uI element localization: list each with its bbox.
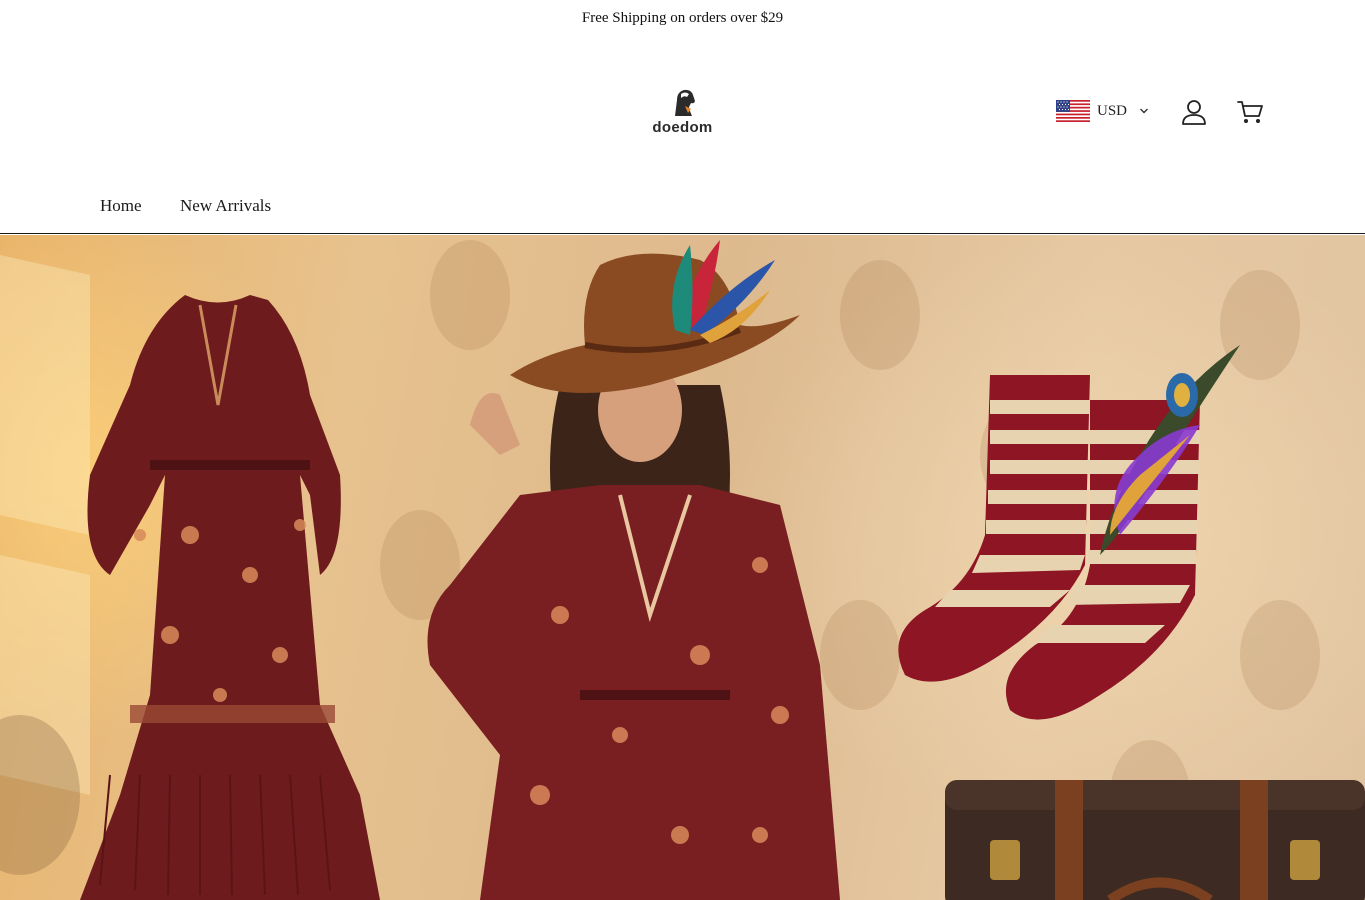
hanging-dress [80,295,380,900]
brand-logo[interactable]: doedom [640,86,725,142]
window-light [0,255,90,795]
nav-item-new-arrivals[interactable]: New Arrivals [180,196,271,216]
brand-name: doedom [652,119,713,136]
site-header: doedom USD [0,36,1365,186]
main-navigation: Home New Arrivals [0,186,1365,234]
vintage-suitcase [945,780,1365,900]
logo-icon [674,89,695,116]
user-icon[interactable] [1180,98,1208,126]
hero-banner[interactable] [0,235,1365,900]
cart-icon[interactable] [1236,98,1264,126]
us-flag-icon [1056,100,1090,122]
striped-socks [898,345,1240,720]
model-figure [427,253,840,900]
announcement-bar: Free Shipping on orders over $29 [0,0,1365,36]
currency-selector[interactable]: USD [1056,98,1149,124]
chevron-down-icon [1140,108,1149,114]
announcement-text: Free Shipping on orders over $29 [581,9,784,26]
currency-code: USD [1097,102,1128,119]
hero-banner-image [0,240,1365,900]
nav-item-home[interactable]: Home [100,196,142,216]
